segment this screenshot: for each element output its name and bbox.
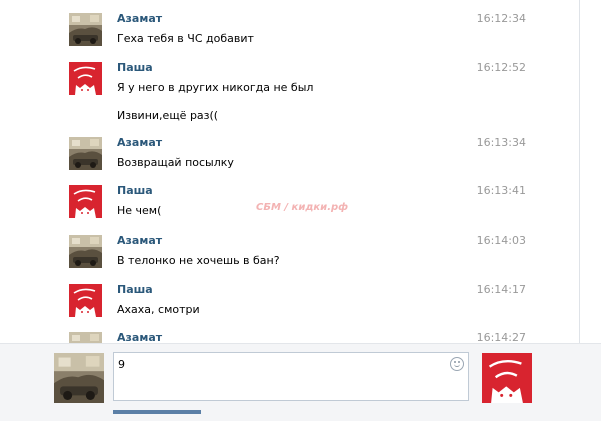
message-author[interactable]: Азамат <box>117 12 162 25</box>
message-input-text: 9 <box>118 358 125 371</box>
avatar[interactable] <box>69 62 102 95</box>
message-time: 16:14:27 <box>476 331 526 343</box>
message-time: 16:14:03 <box>476 234 526 247</box>
avatar[interactable] <box>69 137 102 170</box>
message-author[interactable]: Азамат <box>117 234 162 247</box>
avatar[interactable] <box>69 284 102 317</box>
cat-avatar-image <box>482 353 532 403</box>
message-time: 16:13:34 <box>476 136 526 149</box>
photo-avatar-image <box>54 353 104 403</box>
message-author[interactable]: Азамат <box>117 136 162 149</box>
watermark: СБМ / кидки.рф <box>256 202 349 213</box>
message-text: Возвращай посылку <box>117 156 234 169</box>
message-composer: 9 <box>0 343 601 421</box>
message-text: В телонко не хочешь в бан? <box>117 254 280 267</box>
message-input[interactable]: 9 <box>113 352 469 401</box>
message-author[interactable]: Паша <box>117 283 153 296</box>
message-author[interactable]: Азамат <box>117 331 162 343</box>
message-text: Я у него в других никогда не был <box>117 81 314 94</box>
photo-avatar-image <box>69 332 102 343</box>
self-avatar[interactable] <box>54 353 104 403</box>
message-text: Извини,ещё раз(( <box>117 109 219 122</box>
message-time: 16:12:34 <box>476 12 526 25</box>
message-text: Геха тебя в ЧС добавит <box>117 32 254 45</box>
avatar[interactable] <box>69 13 102 46</box>
cat-avatar-image <box>69 185 102 218</box>
send-button[interactable] <box>113 410 201 414</box>
message-time: 16:13:41 <box>476 184 526 197</box>
message-time: 16:14:17 <box>476 283 526 296</box>
message-author[interactable]: Паша <box>117 184 153 197</box>
scrollbar-track[interactable] <box>579 0 580 343</box>
message-history[interactable]: Азамат 16:12:34 Геха тебя в ЧС добавит П… <box>0 0 601 343</box>
cat-avatar-image <box>69 62 102 95</box>
message-text: Не чем( <box>117 204 162 217</box>
avatar[interactable] <box>69 332 102 343</box>
message-author[interactable]: Паша <box>117 61 153 74</box>
smiley-icon[interactable] <box>450 357 464 371</box>
message-time: 16:12:52 <box>476 61 526 74</box>
peer-avatar[interactable] <box>482 353 532 403</box>
message-text: Ахаха, смотри <box>117 303 200 316</box>
photo-avatar-image <box>69 137 102 170</box>
avatar[interactable] <box>69 185 102 218</box>
photo-avatar-image <box>69 13 102 46</box>
cat-avatar-image <box>69 284 102 317</box>
avatar[interactable] <box>69 235 102 268</box>
photo-avatar-image <box>69 235 102 268</box>
